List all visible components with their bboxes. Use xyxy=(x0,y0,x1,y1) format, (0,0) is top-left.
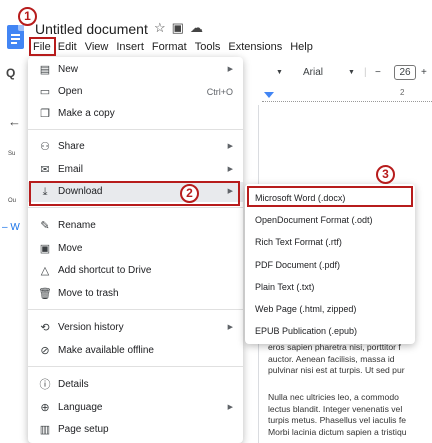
menu-item-make-a-copy[interactable]: ❐ Make a copy xyxy=(28,104,243,124)
download-option-odt[interactable]: OpenDocument Format (.odt) xyxy=(245,210,415,230)
cloud-status-icon[interactable]: ☁ xyxy=(190,20,209,35)
download-option-html[interactable]: Web Page (.html, zipped) xyxy=(245,299,415,319)
text-line: pulvinar nisi est at turpis. Ut sed pur xyxy=(268,365,405,375)
menu-bar: File Edit View Insert Format Tools Exten… xyxy=(30,39,317,55)
menu-item-offline[interactable]: ⊘ Make available offline xyxy=(28,341,243,361)
submenu-arrow-icon: ▶ xyxy=(227,166,233,173)
font-size-input[interactable]: 26 xyxy=(394,65,416,80)
page-setup-icon: ▥ xyxy=(39,424,51,436)
menu-divider xyxy=(28,207,243,208)
menu-item-move[interactable]: ▣ Move xyxy=(28,239,243,259)
download-option-epub[interactable]: EPUB Publication (.epub) xyxy=(245,321,415,341)
text-line: turpis metus. Phasellus vel iaculis fe xyxy=(268,415,407,425)
globe-icon: ⊕ xyxy=(40,402,50,414)
menu-format[interactable]: Format xyxy=(148,39,191,55)
back-arrow-icon[interactable]: ← xyxy=(8,114,21,129)
history-icon: ⟲ xyxy=(40,322,50,334)
text-line: Morbi lacinia dictum sapien a tristiqu xyxy=(268,426,407,437)
email-icon: ✉ xyxy=(40,164,50,176)
drive-shortcut-icon: △ xyxy=(40,265,50,277)
text-line: Nulla nec ultricies leo, a commodo xyxy=(268,392,399,402)
pencil-icon: ✎ xyxy=(40,220,50,232)
menu-divider xyxy=(28,129,243,130)
trash-icon: 🗑 xyxy=(38,288,52,300)
submenu-arrow-icon: ▶ xyxy=(227,66,233,73)
copy-icon: ❐ xyxy=(40,108,50,120)
menu-item-open[interactable]: ▭ Open Ctrl+O xyxy=(28,82,243,102)
outline-label: Ou xyxy=(8,198,17,204)
menu-item-details[interactable]: ⓘ Details xyxy=(28,375,243,395)
step-badge-1: 1 xyxy=(18,7,37,26)
docs-logo-icon[interactable] xyxy=(7,25,24,49)
menu-item-add-shortcut[interactable]: △ Add shortcut to Drive xyxy=(28,261,243,281)
folder-move-icon: ▣ xyxy=(39,243,51,255)
menu-help[interactable]: Help xyxy=(286,39,317,55)
menu-item-move-to-trash[interactable]: 🗑 Move to trash xyxy=(28,284,243,304)
annotation-box-docx xyxy=(247,186,413,207)
download-option-pdf[interactable]: PDF Document (.pdf) xyxy=(245,255,415,275)
menu-extensions[interactable]: Extensions xyxy=(224,39,286,55)
doc-paragraph[interactable]: Nulla nec ultricies leo, a commodo lectu… xyxy=(268,392,432,438)
menu-item-new[interactable]: ▤ New ▶ xyxy=(28,60,243,80)
menu-item-version-history[interactable]: ⟲ Version history ▶ xyxy=(28,318,243,338)
outline-item[interactable]: – W xyxy=(2,222,20,233)
download-option-rtf[interactable]: Rich Text Format (.rtf) xyxy=(245,232,415,252)
download-submenu: Microsoft Word (.docx) OpenDocument Form… xyxy=(245,184,415,344)
decrease-font-button[interactable]: − xyxy=(375,64,381,82)
font-name-select[interactable]: Arial xyxy=(303,64,323,82)
annotation-box-file xyxy=(29,37,56,56)
menu-item-email[interactable]: ✉ Email ▶ xyxy=(28,160,243,180)
text-line: auctor. Aenean facilisis, massa id xyxy=(268,353,395,364)
menu-tools[interactable]: Tools xyxy=(191,39,225,55)
document-title[interactable]: Untitled document xyxy=(35,21,148,37)
person-add-icon: ⚇ xyxy=(40,141,50,153)
toolbar-divider: | xyxy=(364,67,367,78)
menu-item-page-setup[interactable]: ▥ Page setup xyxy=(28,420,243,440)
annotation-box-download xyxy=(29,181,240,206)
increase-font-button[interactable]: + xyxy=(421,64,427,82)
document-icon: ▤ xyxy=(39,64,51,76)
ruler[interactable]: 2 xyxy=(262,88,432,102)
summary-label: Su xyxy=(8,151,16,157)
menu-insert[interactable]: Insert xyxy=(112,39,148,55)
shortcut-label: Ctrl+O xyxy=(206,87,233,97)
star-icon[interactable]: ☆ xyxy=(154,20,172,35)
menu-item-rename[interactable]: ✎ Rename xyxy=(28,216,243,236)
step-badge-3: 3 xyxy=(376,165,395,184)
folder-move-icon[interactable]: ▣ xyxy=(172,20,190,35)
text-line: lectus blandit. Integer venenatis vel xyxy=(268,403,403,414)
doc-paragraph[interactable]: eros sapien pharetra nisi, porttitor f a… xyxy=(268,342,432,377)
chevron-down-icon[interactable]: ▼ xyxy=(276,64,283,82)
step-badge-2: 2 xyxy=(180,184,199,203)
menu-item-share[interactable]: ⚇ Share ▶ xyxy=(28,137,243,157)
submenu-arrow-icon: ▶ xyxy=(227,143,233,150)
search-icon[interactable]: Q xyxy=(6,66,15,80)
folder-icon: ▭ xyxy=(39,86,51,98)
chevron-down-icon[interactable]: ▼ xyxy=(348,64,355,82)
download-option-txt[interactable]: Plain Text (.txt) xyxy=(245,277,415,297)
submenu-arrow-icon: ▶ xyxy=(227,324,233,331)
menu-divider xyxy=(28,309,243,310)
indent-marker-icon[interactable] xyxy=(264,92,274,98)
info-icon: ⓘ xyxy=(39,379,51,391)
submenu-arrow-icon: ▶ xyxy=(227,404,233,411)
file-menu: ▤ New ▶ ▭ Open Ctrl+O ❐ Make a copy ⚇ Sh… xyxy=(28,57,243,443)
menu-edit[interactable]: Edit xyxy=(54,39,81,55)
offline-icon: ⊘ xyxy=(40,345,50,357)
ruler-number: 2 xyxy=(400,88,405,97)
menu-divider xyxy=(28,366,243,367)
menu-view[interactable]: View xyxy=(81,39,113,55)
menu-item-language[interactable]: ⊕ Language ▶ xyxy=(28,398,243,418)
